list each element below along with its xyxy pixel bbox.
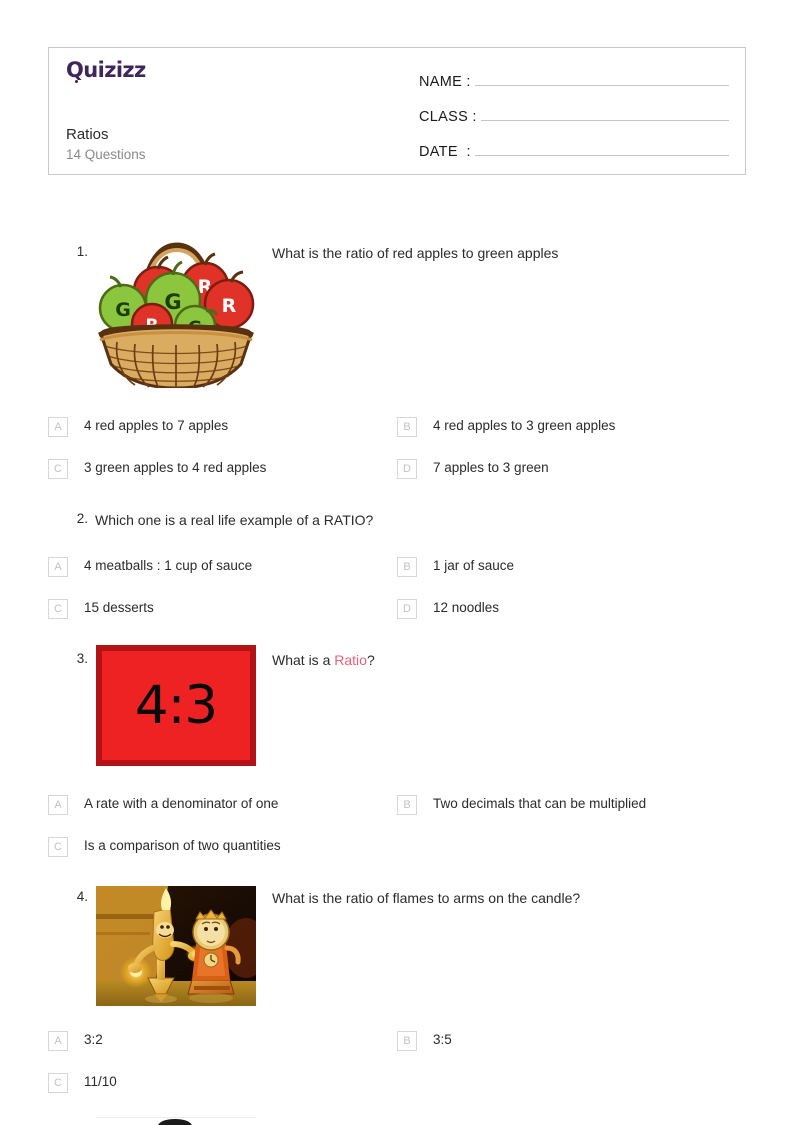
option-text: 3:5 (433, 1032, 452, 1047)
question-3-option-a[interactable]: A A rate with a denominator of one (48, 795, 278, 815)
question-1-option-d[interactable]: D 7 apples to 3 green (397, 459, 549, 479)
question-3-option-b[interactable]: B Two decimals that can be multiplied (397, 795, 646, 815)
option-badge: C (48, 1073, 68, 1093)
option-text: 4 red apples to 7 apples (84, 418, 229, 433)
question-2-option-b[interactable]: B 1 jar of sauce (397, 557, 514, 577)
option-text: 3:2 (84, 1032, 103, 1047)
question-3-text-before: What is a (272, 652, 335, 668)
name-field-row: NAME : (419, 69, 729, 90)
name-field-line[interactable] (474, 69, 729, 86)
question-3-text: What is a Ratio? (272, 651, 752, 669)
question-2-option-c[interactable]: C 15 desserts (48, 599, 154, 619)
question-3-text-accent: Ratio (334, 652, 367, 668)
quizizz-logo-text: Quizizz (66, 58, 146, 82)
question-2-option-a[interactable]: A 4 meatballs : 1 cup of sauce (48, 557, 252, 577)
quizizz-logo: Quizizz (66, 58, 146, 83)
question-1-number: 1. (76, 244, 88, 259)
option-badge: B (397, 417, 417, 437)
image-dark-shape (158, 1119, 192, 1125)
header-branding: Quizizz (66, 58, 396, 83)
question-4-option-a[interactable]: A 3:2 (48, 1031, 103, 1051)
class-field-line[interactable] (480, 104, 729, 121)
option-badge: D (397, 599, 417, 619)
option-text: 3 green apples to 4 red apples (84, 460, 267, 475)
worksheet-header-card: Quizizz Ratios 14 Questions NAME : CLASS… (48, 47, 746, 175)
option-text: 1 jar of sauce (433, 558, 515, 573)
svg-text:G: G (115, 299, 131, 321)
option-badge: C (48, 599, 68, 619)
question-1-option-a[interactable]: A 4 red apples to 7 apples (48, 417, 228, 437)
question-2-text: Which one is a real life example of a RA… (95, 512, 374, 528)
option-badge: B (397, 1031, 417, 1051)
option-badge: A (48, 795, 68, 815)
student-info-fields: NAME : CLASS : DATE : (419, 69, 729, 174)
option-badge: C (48, 459, 68, 479)
question-4-number: 4. (76, 889, 88, 904)
image-top-edge (96, 1117, 256, 1118)
option-badge: A (48, 1031, 68, 1051)
question-3-text-after: ? (366, 652, 375, 668)
option-badge: B (397, 557, 417, 577)
option-text: 11/10 (84, 1074, 117, 1089)
option-text: 4 red apples to 3 green apples (433, 418, 616, 433)
class-field-row: CLASS : (419, 104, 729, 125)
date-field-line[interactable] (474, 139, 729, 156)
class-field-label: CLASS : (419, 109, 477, 125)
option-text: 15 desserts (84, 600, 154, 615)
question-3-number: 3. (76, 651, 88, 666)
question-4-option-b[interactable]: B 3:5 (397, 1031, 452, 1051)
question-4-option-c[interactable]: C 11/10 (48, 1073, 117, 1093)
question-1-option-c[interactable]: C 3 green apples to 4 red apples (48, 459, 266, 479)
ratio-tile-text: 4:3 (134, 675, 218, 736)
candelabra-photo (96, 886, 256, 1006)
question-1-text: What is the ratio of red apples to green… (272, 245, 559, 261)
question-2-option-d[interactable]: D 12 noodles (397, 599, 499, 619)
option-badge: B (397, 795, 417, 815)
option-text: A rate with a denominator of one (84, 796, 279, 811)
name-field-label: NAME : (419, 74, 471, 90)
question-1-option-b[interactable]: B 4 red apples to 3 green apples (397, 417, 615, 437)
option-badge: A (48, 557, 68, 577)
quizizz-logo-dot (75, 80, 78, 83)
ratio-4-3-tile: 4:3 (96, 645, 256, 766)
apple-basket-illustration: R R R G G (95, 238, 257, 388)
option-text: 12 noodles (433, 600, 500, 615)
svg-text:R: R (222, 295, 237, 317)
option-text: 4 meatballs : 1 cup of sauce (84, 558, 253, 573)
question-5-image-partial (96, 1113, 256, 1125)
option-text: Two decimals that can be multiplied (433, 796, 647, 811)
date-field-row: DATE : (419, 139, 729, 160)
option-text: 7 apples to 3 green (433, 460, 549, 475)
quiz-title: Ratios (66, 126, 109, 143)
question-2-number: 2. (76, 511, 88, 526)
option-badge: C (48, 837, 68, 857)
question-4-text: What is the ratio of flames to arms on t… (272, 890, 581, 906)
question-3-option-c[interactable]: C Is a comparison of two quantities (48, 837, 281, 857)
option-badge: D (397, 459, 417, 479)
worksheet-page: Quizizz Ratios 14 Questions NAME : CLASS… (0, 0, 794, 1125)
option-badge: A (48, 417, 68, 437)
quiz-question-count: 14 Questions (66, 147, 146, 162)
option-text: Is a comparison of two quantities (84, 838, 281, 853)
date-field-label: DATE : (419, 144, 471, 160)
